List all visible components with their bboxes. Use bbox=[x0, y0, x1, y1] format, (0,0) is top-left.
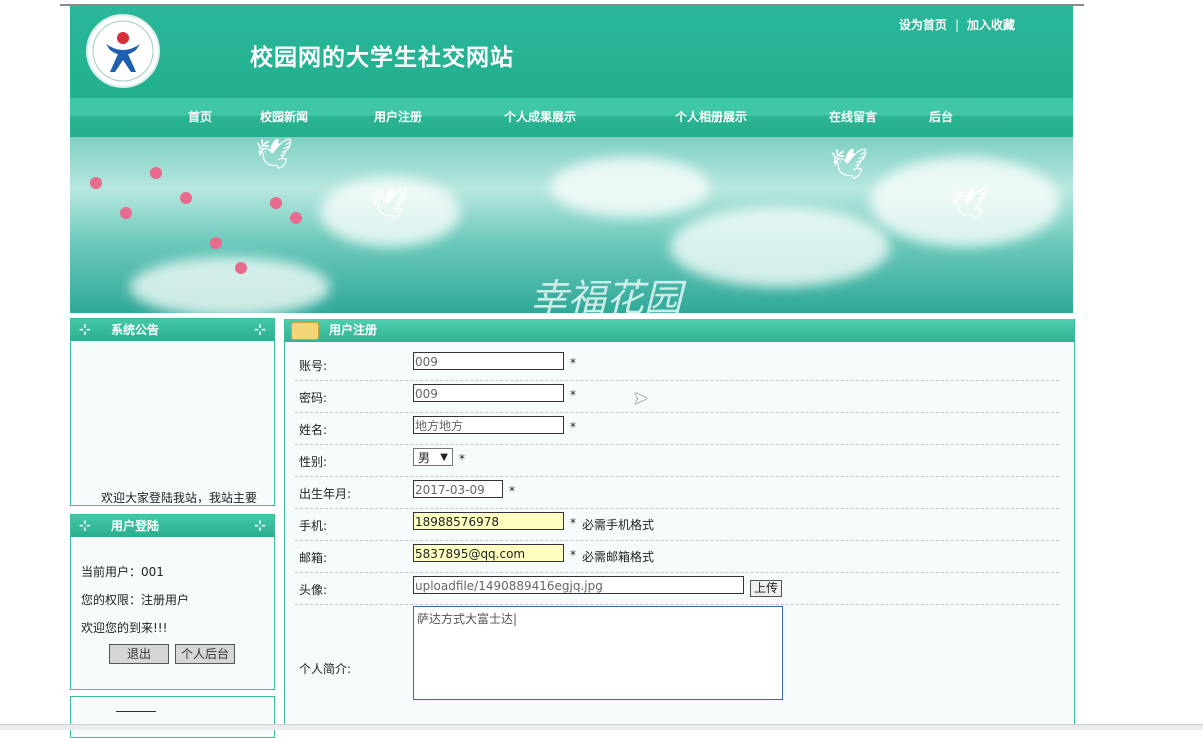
form-row-email: 邮箱: 5837895@qq.com * 必需邮箱格式 bbox=[295, 540, 1059, 573]
gender-selected: 男 bbox=[418, 451, 431, 465]
required-mark: * bbox=[570, 356, 576, 370]
notice-title: 系统公告 bbox=[111, 323, 160, 337]
bio-label: 个人简介: bbox=[299, 662, 352, 676]
form-row-phone: 手机: 18988576978 * 必需手机格式 bbox=[295, 508, 1059, 541]
bio-textarea[interactable]: 萨达方式大富士达| bbox=[413, 606, 783, 700]
user-role-text: 您的权限：注册用户 bbox=[81, 593, 190, 607]
account-input[interactable]: 009 bbox=[413, 352, 564, 370]
ornament-icon: ⊹ bbox=[254, 518, 266, 534]
required-mark: * bbox=[570, 548, 576, 562]
dove-icon: 🕊 bbox=[830, 147, 869, 182]
phone-input[interactable]: 18988576978 bbox=[413, 512, 564, 530]
banner-caption: 幸福花园 bbox=[530, 276, 683, 313]
password-input[interactable]: 009 bbox=[413, 384, 564, 402]
name-input[interactable]: 地方地方 bbox=[413, 416, 564, 434]
phone-label: 手机: bbox=[299, 519, 328, 533]
login-box: ⊹ 用户登陆 ⊹ 当前用户：001 您的权限：注册用户 欢迎您的到来!!! 退出… bbox=[70, 514, 275, 690]
dove-icon: 🕊 bbox=[950, 187, 989, 222]
birth-label: 出生年月: bbox=[299, 487, 352, 501]
email-hint: 必需邮箱格式 bbox=[582, 550, 655, 564]
register-panel-header: 用户注册 bbox=[285, 319, 1074, 342]
add-favorite-link[interactable]: 加入收藏 bbox=[967, 18, 1015, 32]
gender-label: 性别: bbox=[299, 455, 328, 469]
avatar-label: 头像: bbox=[299, 583, 328, 597]
link-separator: | bbox=[954, 18, 959, 32]
site-title: 校园网的大学生社交网站 bbox=[250, 44, 514, 71]
ornament-icon: ⊹ bbox=[79, 518, 91, 534]
birth-date-input[interactable]: 2017-03-09 bbox=[413, 480, 503, 498]
form-row-password: 密码: 009 * bbox=[295, 380, 1059, 413]
required-mark: * bbox=[570, 420, 576, 434]
nav-albums[interactable]: 个人相册展示 bbox=[675, 108, 747, 125]
logo-emblem-icon bbox=[92, 20, 154, 82]
notice-marquee: 欢迎大家登陆我站，我站主要 bbox=[101, 491, 258, 503]
current-user-text: 当前用户：001 bbox=[81, 565, 164, 579]
nav-achievements[interactable]: 个人成果展示 bbox=[504, 108, 576, 125]
ornament-icon: ⊹ bbox=[254, 322, 266, 338]
form-row-account: 账号: 009 * bbox=[295, 348, 1059, 381]
email-input[interactable]: 5837895@qq.com bbox=[413, 544, 564, 562]
logout-button[interactable]: 退出 bbox=[109, 644, 169, 664]
folder-icon bbox=[291, 322, 319, 340]
register-title: 用户注册 bbox=[329, 323, 378, 337]
nav-home[interactable]: 首页 bbox=[188, 108, 212, 125]
nav-register[interactable]: 用户注册 bbox=[374, 108, 422, 125]
welcome-text: 欢迎您的到来!!! bbox=[81, 621, 168, 635]
dove-icon: 🕊 bbox=[370, 187, 409, 222]
personal-backend-button[interactable]: 个人后台 bbox=[175, 644, 235, 664]
avatar-path-input[interactable]: uploadfile/1490889416egjq.jpg bbox=[413, 576, 744, 594]
form-row-name: 姓名: 地方地方 * bbox=[295, 412, 1059, 445]
nav-campus-news[interactable]: 校园新闻 bbox=[260, 108, 308, 125]
page-wrapper: 校园网的大学生社交网站 设为首页 | 加入收藏 首页 校园新闻 用户注册 个人成果展… bbox=[70, 6, 1073, 313]
mouse-cursor-icon: ➤ bbox=[633, 388, 649, 409]
login-box-header: ⊹ 用户登陆 ⊹ bbox=[71, 515, 274, 537]
nav-admin[interactable]: 后台 bbox=[929, 108, 953, 125]
top-links: 设为首页 | 加入收藏 bbox=[899, 16, 1015, 33]
site-header: 校园网的大学生社交网站 设为首页 | 加入收藏 bbox=[70, 6, 1073, 98]
password-label: 密码: bbox=[299, 391, 328, 405]
required-mark: * bbox=[570, 388, 576, 402]
required-mark: * bbox=[570, 516, 576, 530]
school-logo bbox=[86, 14, 160, 88]
form-row-birth: 出生年月: 2017-03-09 * bbox=[295, 476, 1059, 509]
form-row-gender: 性别: 男 ▼ * bbox=[295, 444, 1059, 477]
dove-icon: 🕊 bbox=[255, 137, 294, 172]
gender-select[interactable]: 男 ▼ bbox=[413, 448, 453, 466]
required-mark: * bbox=[459, 452, 465, 466]
nav-guestbook[interactable]: 在线留言 bbox=[829, 108, 877, 125]
banner-image: 🕊 🕊 🕊 🕊 幸福花园 bbox=[70, 137, 1073, 313]
main-nav: 首页 校园新闻 用户注册 个人成果展示 个人相册展示 在线留言 后台 bbox=[70, 98, 1073, 137]
form-row-avatar: 头像: uploadfile/1490889416egjq.jpg 上传 bbox=[295, 572, 1059, 605]
ornament-icon: ⊹ bbox=[79, 322, 91, 338]
dropdown-arrow-icon: ▼ bbox=[440, 452, 448, 463]
account-label: 账号: bbox=[299, 359, 328, 373]
upload-button[interactable]: 上传 bbox=[750, 580, 783, 597]
login-title: 用户登陆 bbox=[111, 519, 160, 533]
window-bottom-edge bbox=[0, 724, 1203, 730]
notice-box: ⊹ 系统公告 ⊹ 欢迎大家登陆我站，我站主要 bbox=[70, 318, 275, 506]
email-label: 邮箱: bbox=[299, 551, 328, 565]
phone-hint: 必需手机格式 bbox=[582, 518, 655, 532]
set-homepage-link[interactable]: 设为首页 bbox=[899, 18, 947, 32]
required-mark: * bbox=[509, 484, 515, 498]
name-label: 姓名: bbox=[299, 423, 328, 437]
register-panel: 用户注册 账号: 009 * 密码: 009 * 姓名: 地方地方 * 性别: … bbox=[284, 319, 1075, 729]
notice-box-header: ⊹ 系统公告 ⊹ bbox=[71, 319, 274, 341]
third-box bbox=[70, 696, 275, 738]
